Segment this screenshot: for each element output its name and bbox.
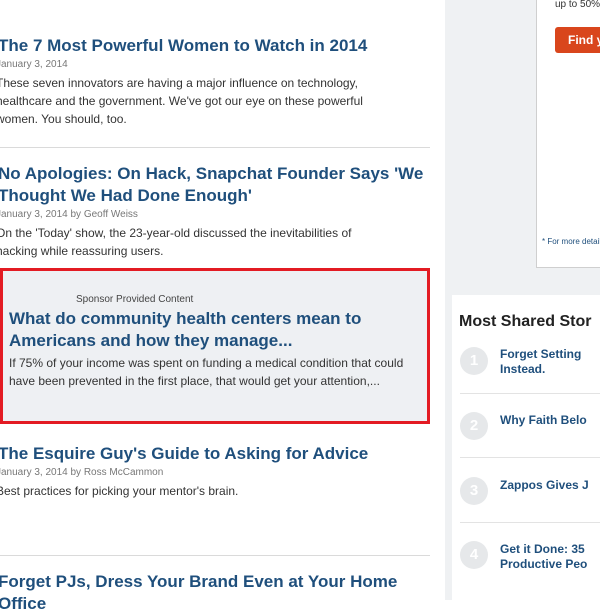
shared-story-title[interactable]: Zappos Gives J xyxy=(500,478,600,493)
list-item[interactable]: 2 Why Faith Belo xyxy=(452,410,600,474)
article-item: The Esquire Guy's Guide to Asking for Ad… xyxy=(0,443,432,500)
ad-details-link[interactable]: * For more detail xyxy=(542,237,600,246)
divider xyxy=(0,147,430,148)
article-list: The 7 Most Powerful Women to Watch in 20… xyxy=(0,0,445,613)
divider xyxy=(460,457,600,458)
sponsor-title[interactable]: What do community health centers mean to… xyxy=(9,308,419,352)
divider xyxy=(460,522,600,523)
article-item: No Apologies: On Hack, Snapchat Founder … xyxy=(0,163,432,260)
sponsor-label: Sponsor Provided Content xyxy=(76,294,194,305)
article-title[interactable]: The Esquire Guy's Guide to Asking for Ad… xyxy=(0,443,432,465)
article-title[interactable]: Forget PJs, Dress Your Brand Even at You… xyxy=(0,571,432,615)
article-summary: Best practices for picking your mentor's… xyxy=(0,484,239,498)
article-item: The 7 Most Powerful Women to Watch in 20… xyxy=(0,35,432,128)
most-shared-heading: Most Shared Stor xyxy=(459,313,592,330)
rank-number: 4 xyxy=(460,541,488,569)
article-meta: January 3, 2014 xyxy=(0,59,68,70)
sponsored-content-box[interactable]: Sponsor Provided Content What do communi… xyxy=(0,268,430,424)
rank-number: 1 xyxy=(460,347,488,375)
list-item[interactable]: 3 Zappos Gives J xyxy=(452,475,600,539)
ad-text: up to 50% xyxy=(555,0,600,10)
article-meta: January 3, 2014 by Geoff Weiss xyxy=(0,209,138,220)
ad-find-button[interactable]: Find y xyxy=(555,27,600,53)
article-meta: January 3, 2014 by Ross McCammon xyxy=(0,467,164,478)
advertisement[interactable]: up to 50% Find y * For more detail xyxy=(536,0,600,268)
rank-number: 3 xyxy=(460,477,488,505)
shared-story-title[interactable]: Forget Setting Instead. xyxy=(500,347,600,377)
shared-story-title[interactable]: Get it Done: 35 Productive Peo xyxy=(500,542,600,572)
article-summary: These seven innovators are having a majo… xyxy=(0,76,363,126)
rank-number: 2 xyxy=(460,412,488,440)
list-item[interactable]: 4 Get it Done: 35 Productive Peo xyxy=(452,539,600,600)
most-shared-stories: Most Shared Stor 1 Forget Setting Instea… xyxy=(452,295,600,600)
article-item: Forget PJs, Dress Your Brand Even at You… xyxy=(0,571,432,615)
divider xyxy=(460,393,600,394)
divider xyxy=(0,555,430,556)
article-title[interactable]: No Apologies: On Hack, Snapchat Founder … xyxy=(0,163,432,207)
list-item[interactable]: 1 Forget Setting Instead. xyxy=(452,345,600,409)
shared-story-title[interactable]: Why Faith Belo xyxy=(500,413,600,428)
article-title[interactable]: The 7 Most Powerful Women to Watch in 20… xyxy=(0,35,432,57)
article-summary: On the 'Today' show, the 23-year-old dis… xyxy=(0,226,352,258)
sponsor-summary: If 75% of your income was spent on fundi… xyxy=(9,356,404,388)
